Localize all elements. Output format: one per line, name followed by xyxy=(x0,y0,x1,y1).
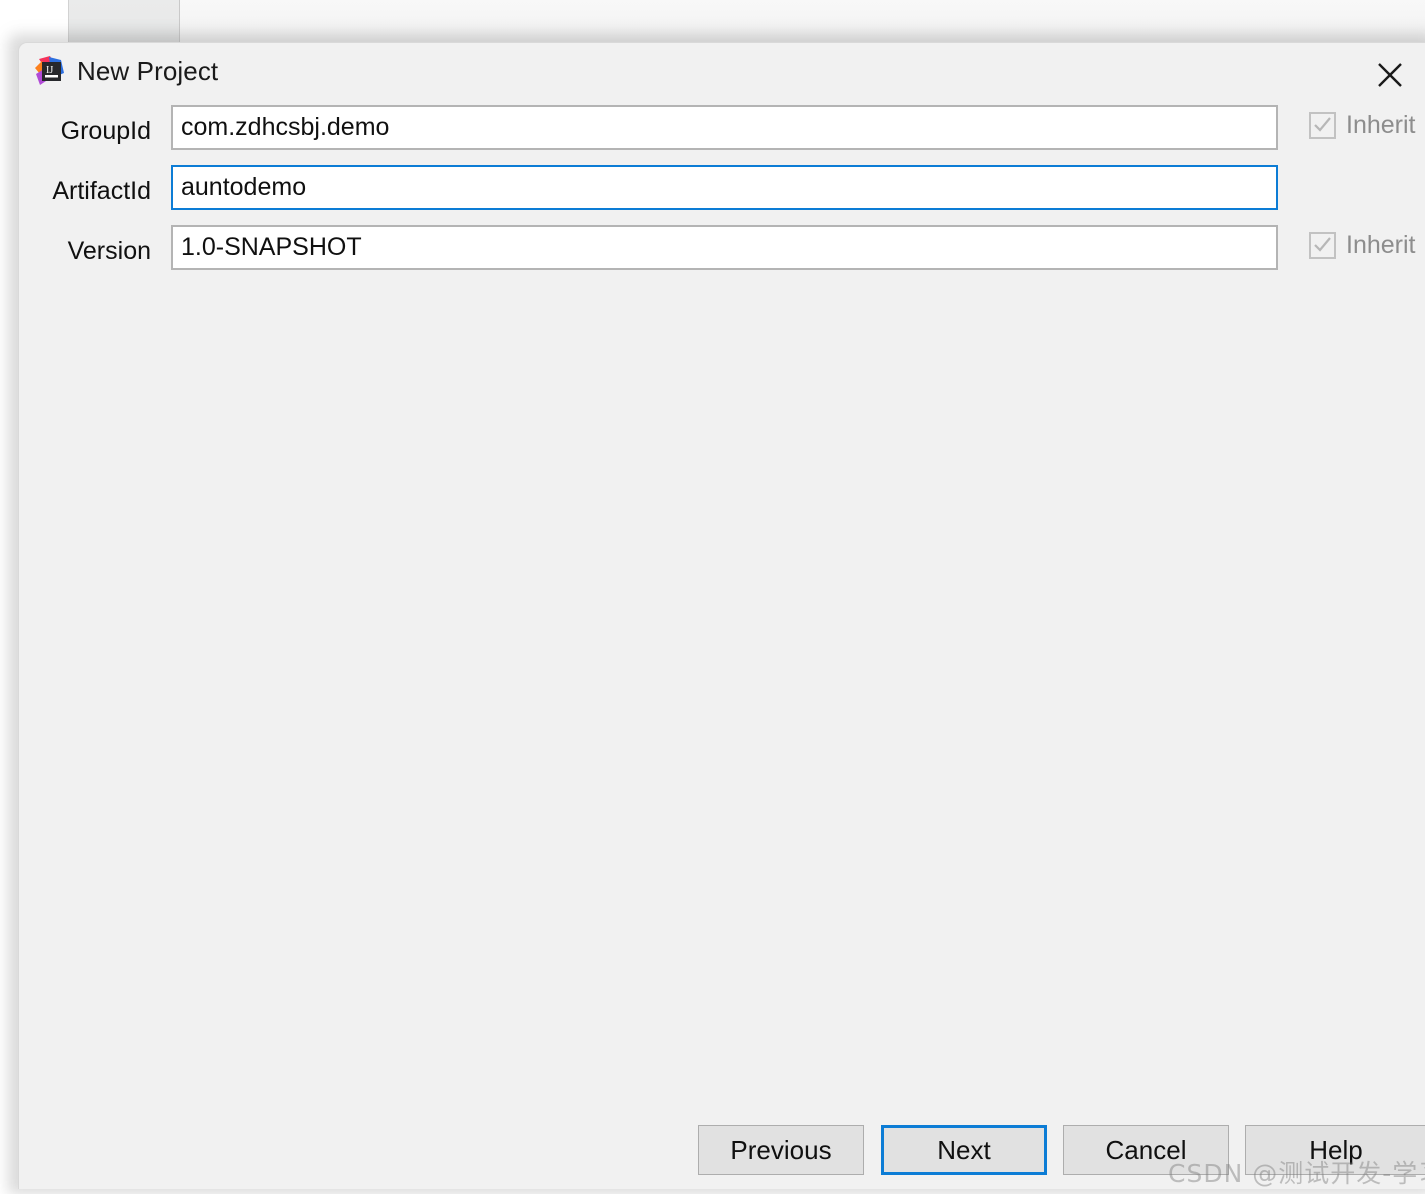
groupid-label: GroupId xyxy=(60,117,151,145)
svg-text:IJ: IJ xyxy=(46,65,53,76)
version-input[interactable] xyxy=(171,225,1278,270)
form-row-groupid: GroupId Inherit xyxy=(19,105,1425,165)
new-project-dialog: IJ New Project GroupId Inherit xyxy=(18,42,1425,1189)
artifactid-label: ArtifactId xyxy=(52,177,151,205)
artifactid-input[interactable] xyxy=(171,165,1278,210)
form-row-version: Version Inherit xyxy=(19,225,1425,285)
previous-button[interactable]: Previous xyxy=(698,1125,864,1175)
form-row-artifactid: ArtifactId xyxy=(19,165,1425,225)
groupid-inherit-label: Inherit xyxy=(1346,111,1416,139)
checkmark-icon xyxy=(1309,112,1336,139)
dialog-title: New Project xyxy=(77,56,219,86)
gutter-line-number: 828 xyxy=(126,0,170,5)
close-icon[interactable] xyxy=(1361,49,1419,97)
next-button[interactable]: Next xyxy=(881,1125,1047,1175)
checkmark-icon xyxy=(1309,232,1336,259)
csdn-watermark: CSDN @测试开发-学习笔记 xyxy=(1168,1159,1425,1188)
groupid-input[interactable] xyxy=(171,105,1278,150)
intellij-idea-logo-icon: IJ xyxy=(33,54,69,90)
groupid-inherit-checkbox[interactable]: Inherit xyxy=(1309,111,1415,140)
version-label: Version xyxy=(67,237,151,265)
project-coordinates-form: GroupId Inherit ArtifactId Version xyxy=(19,105,1425,285)
dialog-titlebar: IJ New Project xyxy=(19,43,1425,105)
version-inherit-label: Inherit xyxy=(1346,231,1416,259)
version-inherit-checkbox[interactable]: Inherit xyxy=(1309,231,1415,260)
